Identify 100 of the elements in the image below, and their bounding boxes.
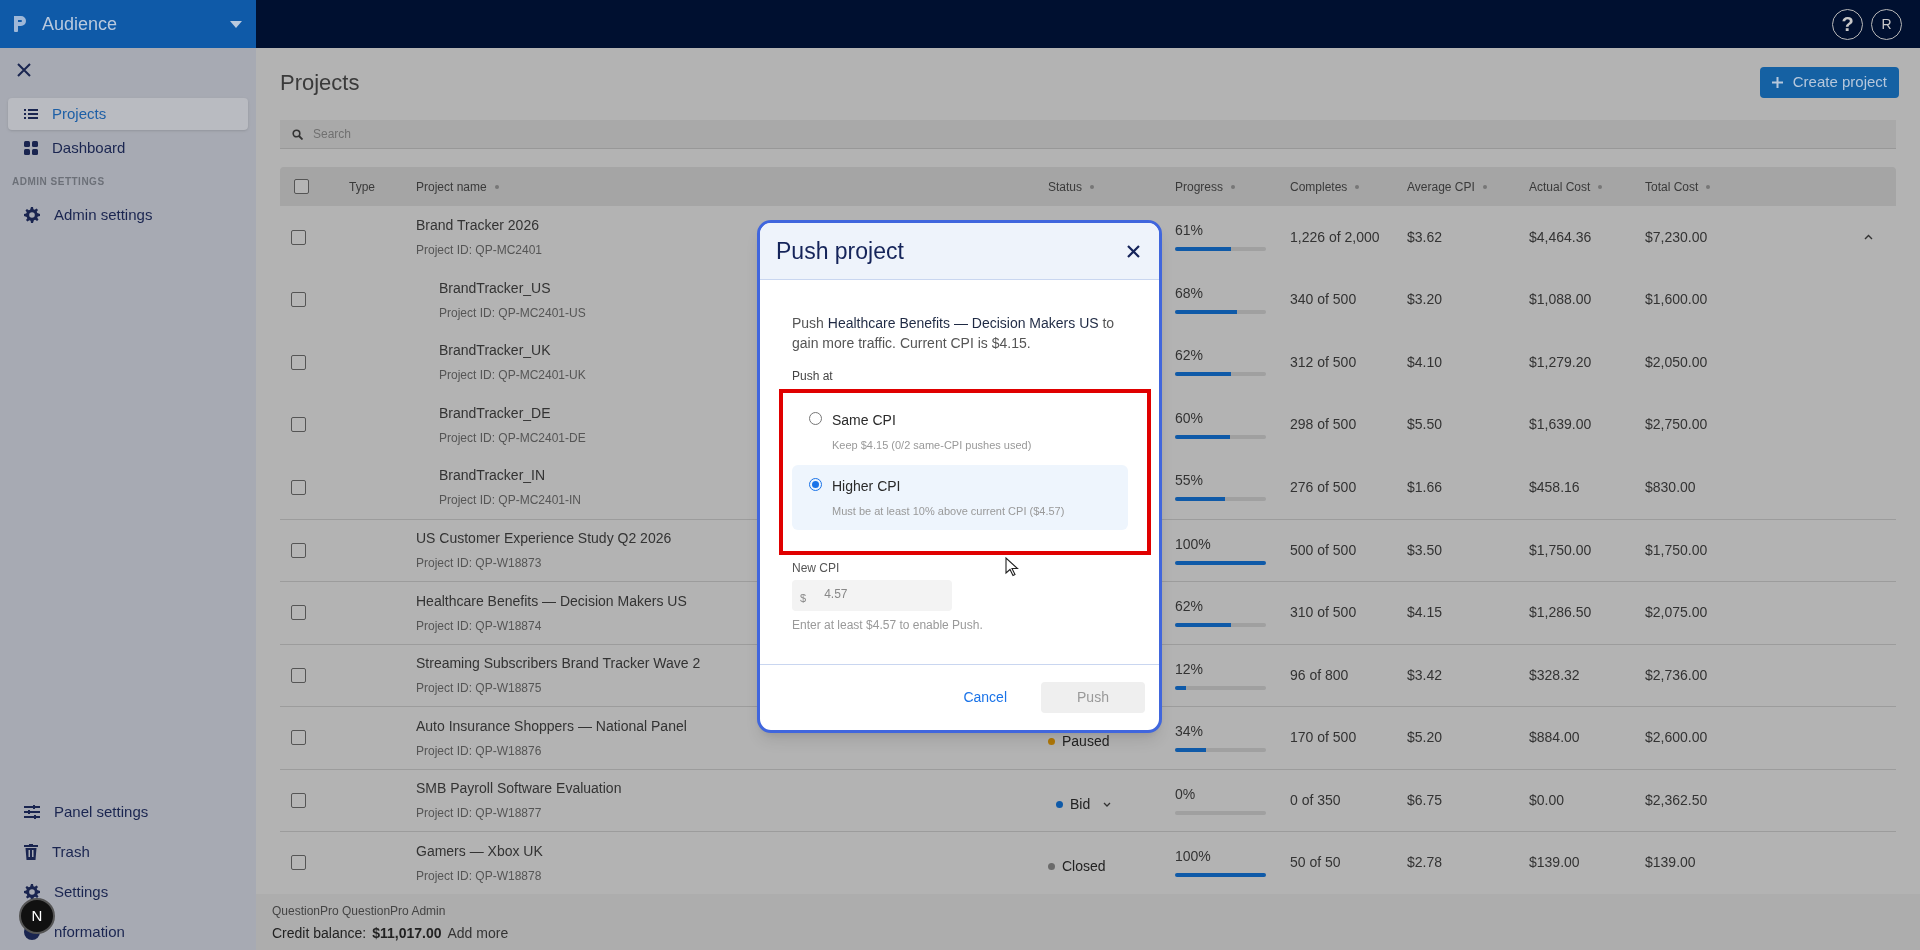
table-cell: $1,088.00 <box>1529 291 1592 308</box>
table-cell: $0.00 <box>1529 791 1565 808</box>
project-id: Project ID: QP-W18877 <box>416 805 542 823</box>
project-name[interactable]: Auto Insurance Shoppers — National Panel <box>416 715 687 737</box>
nav-item[interactable]: Trash <box>8 836 248 868</box>
column-header[interactable]: Status <box>1048 177 1083 196</box>
table-cell: $1,279.20 <box>1529 353 1592 370</box>
column-header[interactable]: Average CPI <box>1407 177 1475 196</box>
project-name[interactable]: BrandTracker_DE <box>439 402 551 424</box>
table-cell: 96 of 800 <box>1290 666 1349 683</box>
project-id: Project ID: QP-MC2401-US <box>439 304 586 322</box>
add-more-link[interactable]: Add more <box>447 923 509 944</box>
table-cell: 1,226 of 2,000 <box>1290 228 1380 245</box>
column-header[interactable]: Project name <box>416 177 487 196</box>
settings-icon <box>24 884 40 900</box>
table-cell: $3.62 <box>1407 228 1443 245</box>
field-label: Push at <box>792 368 833 385</box>
table-cell: 312 of 500 <box>1290 353 1357 370</box>
table-cell: $2,736.00 <box>1645 666 1708 683</box>
column-header[interactable]: Actual Cost <box>1529 177 1591 196</box>
chevron-up-icon[interactable] <box>1863 234 1873 241</box>
table-cell: 276 of 500 <box>1290 478 1357 495</box>
column-header[interactable]: Completes <box>1290 177 1348 196</box>
table-cell: 298 of 500 <box>1290 416 1357 433</box>
project-name[interactable]: BrandTracker_UK <box>439 340 551 362</box>
project-name[interactable]: US Customer Experience Study Q2 2026 <box>416 528 672 550</box>
chevron-down-icon <box>1103 801 1112 807</box>
sliders-icon <box>24 805 40 819</box>
progress-percent: 55% <box>1175 471 1204 490</box>
close-icon <box>16 62 32 78</box>
project-id: Project ID: QP-W18873 <box>416 555 542 573</box>
sort-icon <box>1090 184 1095 189</box>
project-name[interactable]: Streaming Subscribers Brand Tracker Wave 2 <box>416 653 701 675</box>
close-icon <box>1126 244 1140 258</box>
nav-item[interactable]: Admin settings <box>8 199 248 231</box>
progress-percent: 100% <box>1175 534 1211 554</box>
list-icon <box>24 108 38 120</box>
table-cell: $1.66 <box>1407 478 1443 495</box>
table-cell: $2,750.00 <box>1645 416 1708 433</box>
table-cell: $5.20 <box>1407 729 1443 746</box>
project-name[interactable]: BrandTracker_US <box>439 277 551 299</box>
table-cell: $458.16 <box>1529 478 1580 495</box>
table-cell: $4.15 <box>1407 604 1443 621</box>
checkbox[interactable] <box>291 855 306 871</box>
progress-percent: 12% <box>1175 659 1204 679</box>
progress-percent: 60% <box>1175 408 1204 428</box>
project-name[interactable]: Healthcare Benefits — Decision Makers US <box>416 590 687 612</box>
dev-badge[interactable]: N <box>19 898 55 934</box>
checkbox[interactable] <box>291 667 306 683</box>
checkbox[interactable] <box>291 354 306 370</box>
project-name[interactable]: BrandTracker_IN <box>439 465 546 487</box>
checkbox[interactable] <box>294 179 309 194</box>
status-label: Paused <box>1062 732 1110 752</box>
checkbox[interactable] <box>291 479 306 495</box>
checkbox[interactable] <box>291 292 306 308</box>
table-cell: $2.78 <box>1407 854 1443 871</box>
account-name: QuestionPro QuestionPro Admin <box>272 903 446 920</box>
checkbox[interactable] <box>291 730 306 746</box>
app-switcher[interactable]: Audience <box>0 0 256 48</box>
table-cell: $6.75 <box>1407 791 1443 808</box>
column-header[interactable]: Total Cost <box>1645 177 1699 196</box>
search-icon <box>292 128 303 140</box>
project-id: Project ID: QP-MC2401-UK <box>439 367 586 385</box>
project-name[interactable]: Brand Tracker 2026 <box>416 215 539 237</box>
table-cell: $4.10 <box>1407 353 1443 370</box>
table-cell: $1,750.00 <box>1645 541 1708 558</box>
table-cell: $2,075.00 <box>1645 604 1708 621</box>
table-cell: $2,050.00 <box>1645 353 1708 370</box>
checkbox[interactable] <box>291 605 306 621</box>
nav-item[interactable]: Projects <box>8 98 248 130</box>
page-title: Projects <box>280 68 360 97</box>
cancel-button[interactable]: Cancel <box>959 687 1011 708</box>
checkbox[interactable] <box>291 417 306 433</box>
project-name[interactable]: SMB Payroll Software Evaluation <box>416 778 622 800</box>
table-cell: $3.20 <box>1407 291 1443 308</box>
credit-label: Credit balance: <box>272 924 367 943</box>
column-header: Type <box>349 178 375 196</box>
option-hint: Keep $4.15 (0/2 same-CPI pushes used) <box>832 438 1032 453</box>
checkbox[interactable] <box>291 229 306 245</box>
project-name[interactable]: Gamers — Xbox UK <box>416 840 543 862</box>
project-id: Project ID: QP-W18876 <box>416 742 542 760</box>
radio-option[interactable]: Higher CPI Must be at least 10% above current CPI ($4.57) <box>792 464 1128 530</box>
table-cell: $1,286.50 <box>1529 604 1592 621</box>
status-label: Bid <box>1070 794 1091 814</box>
checkbox[interactable] <box>291 542 306 558</box>
sort-icon <box>1482 184 1487 189</box>
project-id: Project ID: QP-MC2401-DE <box>439 429 586 447</box>
table-cell: $328.32 <box>1529 666 1580 683</box>
table-cell: 340 of 500 <box>1290 291 1357 308</box>
table-cell: $1,750.00 <box>1529 541 1592 558</box>
checkbox[interactable] <box>291 792 306 808</box>
nav-item[interactable]: Dashboard <box>8 132 248 164</box>
table-cell: $3.42 <box>1407 666 1443 683</box>
nav-item[interactable]: Panel settings <box>8 796 248 828</box>
table-cell: $830.00 <box>1645 478 1696 495</box>
project-id: Project ID: QP-MC2401-IN <box>439 492 582 510</box>
table-cell: $4,464.36 <box>1529 228 1592 245</box>
table-cell: $3.50 <box>1407 541 1443 558</box>
column-header[interactable]: Progress <box>1175 177 1224 196</box>
create-project-button[interactable]: Create project <box>1759 66 1899 98</box>
